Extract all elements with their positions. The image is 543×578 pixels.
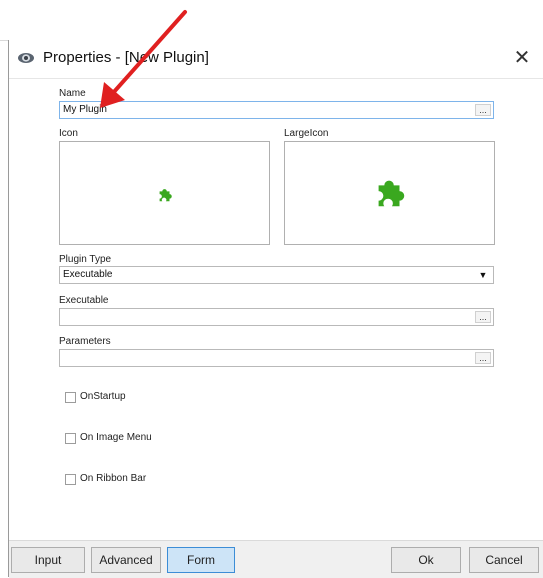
on-image-menu-label: On Image Menu <box>80 432 152 443</box>
large-icon-label: LargeIcon <box>284 128 329 139</box>
input-button[interactable]: Input <box>11 547 85 573</box>
executable-label: Executable <box>59 295 109 306</box>
name-value: My Plugin <box>63 104 107 115</box>
parameters-ellipsis-button[interactable]: ... <box>475 352 491 364</box>
chevron-down-icon[interactable]: ▼ <box>477 269 489 281</box>
properties-dialog: Properties - [New Plugin] ✕ Name My Plug… <box>8 40 543 578</box>
name-ellipsis-button[interactable]: ... <box>475 104 491 116</box>
plugin-type-value: Executable <box>63 269 113 280</box>
name-field[interactable]: My Plugin ... <box>59 101 494 119</box>
advanced-button[interactable]: Advanced <box>91 547 161 573</box>
close-button[interactable]: ✕ <box>510 44 534 72</box>
parameters-field[interactable]: ... <box>59 349 494 367</box>
button-bar: Input Advanced Form Ok Cancel <box>9 540 543 578</box>
window-title: Properties - [New Plugin] <box>43 49 209 66</box>
form-button[interactable]: Form <box>167 547 235 573</box>
background-window-strip <box>0 0 543 41</box>
on-image-menu-checkbox[interactable] <box>65 433 76 444</box>
icon-label: Icon <box>59 128 78 139</box>
parameters-label: Parameters <box>59 336 111 347</box>
icon-box[interactable] <box>59 141 270 245</box>
ok-button[interactable]: Ok <box>391 547 461 573</box>
plugin-type-select[interactable]: Executable ▼ <box>59 266 494 284</box>
plugin-type-label: Plugin Type <box>59 254 112 265</box>
onstartup-checkbox[interactable] <box>65 392 76 403</box>
name-label: Name <box>59 88 86 99</box>
cancel-button[interactable]: Cancel <box>469 547 539 573</box>
app-eye-icon <box>18 53 34 63</box>
on-ribbon-bar-checkbox[interactable] <box>65 474 76 485</box>
puzzle-piece-icon <box>159 189 172 202</box>
on-ribbon-bar-label: On Ribbon Bar <box>80 473 147 484</box>
large-icon-box[interactable] <box>284 141 495 245</box>
executable-ellipsis-button[interactable]: ... <box>475 311 491 323</box>
onstartup-label: OnStartup <box>80 391 126 402</box>
title-bar: Properties - [New Plugin] ✕ <box>9 40 543 79</box>
puzzle-piece-large-icon <box>378 180 405 207</box>
executable-field[interactable]: ... <box>59 308 494 326</box>
